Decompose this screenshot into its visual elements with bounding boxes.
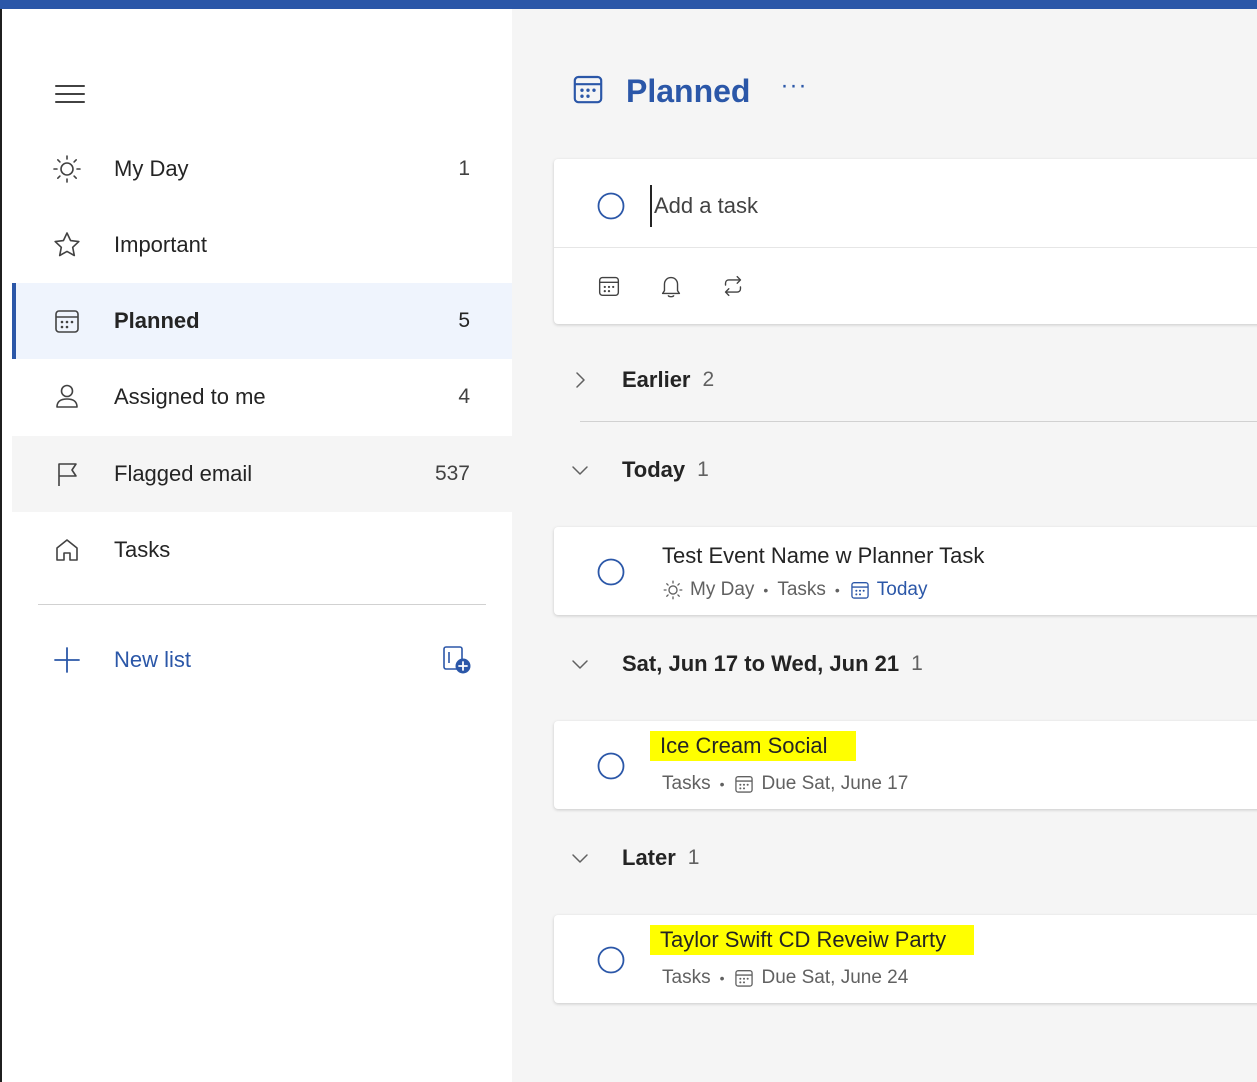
- complete-task-circle-icon[interactable]: [596, 557, 626, 592]
- task-item[interactable]: Test Event Name w Planner Task My Day • …: [554, 527, 1257, 615]
- task-item[interactable]: Taylor Swift CD Reveiw Party Tasks • Due…: [554, 915, 1257, 1003]
- task-myday-label: My Day: [690, 579, 755, 600]
- calendar-icon: [733, 773, 755, 795]
- add-task-circle-icon: [596, 191, 626, 226]
- chevron-right-icon: [568, 368, 592, 392]
- meta-separator: •: [834, 582, 840, 598]
- meta-separator: •: [763, 582, 769, 598]
- sidebar-item-my-day[interactable]: My Day 1: [12, 131, 512, 207]
- task-due-date: Today: [876, 579, 928, 600]
- group-count: 1: [697, 458, 709, 481]
- new-list-button[interactable]: New list: [12, 631, 512, 691]
- calendar-icon: [570, 71, 606, 112]
- task-item[interactable]: Ice Cream Social Tasks • Due Sat, June 1…: [554, 721, 1257, 809]
- task-list-name: Tasks: [662, 773, 711, 794]
- flag-icon: [52, 459, 82, 489]
- chevron-down-icon: [568, 846, 592, 870]
- chevron-down-icon: [568, 458, 592, 482]
- group-header-date-range[interactable]: Sat, Jun 17 to Wed, Jun 21 1: [568, 644, 923, 684]
- person-icon: [52, 382, 82, 412]
- sidebar-item-flagged-email[interactable]: Flagged email 537: [12, 436, 512, 512]
- sidebar-item-assigned-to-me[interactable]: Assigned to me 4: [12, 359, 512, 435]
- sidebar-item-label: Important: [114, 232, 207, 257]
- selection-indicator: [12, 283, 16, 359]
- group-label: Today: [622, 457, 686, 482]
- complete-task-circle-icon[interactable]: [596, 751, 626, 786]
- sidebar-item-count: 537: [434, 462, 470, 485]
- add-task-input[interactable]: [650, 185, 1216, 227]
- plus-icon: [52, 645, 82, 680]
- calendar-icon: [733, 967, 755, 989]
- group-count: 2: [702, 368, 715, 391]
- sidebar-item-label: Assigned to me: [114, 384, 266, 409]
- page-title: Planned: [626, 73, 751, 109]
- task-title: Ice Cream Social: [650, 731, 856, 761]
- reminder-bell-icon[interactable]: [654, 269, 688, 303]
- complete-task-circle-icon[interactable]: [596, 945, 626, 980]
- sidebar: My Day 1 Important Planned 5 Assigned to…: [2, 9, 512, 1082]
- sidebar-item-label: Planned: [114, 308, 200, 333]
- group-label: Sat, Jun 17 to Wed, Jun 21: [622, 651, 900, 676]
- group-header-today[interactable]: Today 1: [568, 450, 709, 490]
- sidebar-item-label: Flagged email: [114, 461, 253, 486]
- more-options-button[interactable]: ···: [780, 73, 807, 97]
- sidebar-item-tasks[interactable]: Tasks: [12, 512, 512, 588]
- new-group-icon[interactable]: [440, 643, 474, 677]
- sidebar-item-important[interactable]: Important: [12, 207, 512, 283]
- task-list-name: Tasks: [662, 967, 711, 988]
- group-count: 1: [687, 846, 700, 869]
- new-list-label: New list: [114, 647, 192, 672]
- meta-separator: •: [719, 776, 725, 792]
- window-top-border: [0, 0, 1257, 9]
- star-icon: [52, 230, 82, 260]
- task-list-name: Tasks: [777, 579, 826, 600]
- due-date-calendar-icon[interactable]: [592, 269, 626, 303]
- meta-separator: •: [719, 970, 725, 986]
- add-task-card: [554, 159, 1257, 324]
- group-header-earlier[interactable]: Earlier 2: [568, 360, 714, 400]
- task-title: Taylor Swift CD Reveiw Party: [650, 925, 975, 955]
- sidebar-item-label: My Day: [114, 156, 189, 181]
- task-meta: Tasks • Due Sat, June 17: [662, 773, 908, 795]
- group-count: 1: [911, 652, 923, 675]
- sidebar-divider: [38, 604, 486, 605]
- group-header-later[interactable]: Later 1: [568, 838, 699, 878]
- task-title: Test Event Name w Planner Task: [662, 543, 985, 568]
- sidebar-item-count: 5: [458, 309, 470, 332]
- sidebar-item-count: 1: [458, 157, 470, 180]
- sun-icon: [662, 579, 684, 601]
- sidebar-item-planned[interactable]: Planned 5: [12, 283, 512, 359]
- chevron-down-icon: [568, 652, 592, 676]
- task-due-date: Due Sat, June 17: [761, 773, 909, 794]
- sidebar-item-label: Tasks: [114, 537, 171, 562]
- main-panel: Planned ··· Earlier 2 Today 1: [512, 9, 1257, 1082]
- repeat-icon[interactable]: [716, 269, 750, 303]
- task-meta: My Day • Tasks • Today: [662, 579, 928, 601]
- page-header: Planned ···: [570, 71, 807, 112]
- group-divider: [580, 421, 1257, 422]
- sidebar-item-count: 4: [458, 385, 470, 408]
- task-due-date: Due Sat, June 24: [761, 967, 909, 988]
- calendar-icon: [849, 579, 871, 601]
- home-icon: [52, 535, 82, 565]
- task-meta: Tasks • Due Sat, June 24: [662, 967, 908, 989]
- group-label: Earlier: [622, 367, 691, 392]
- hamburger-menu-icon[interactable]: [54, 77, 86, 109]
- add-task-divider: [554, 247, 1257, 248]
- group-label: Later: [622, 845, 676, 870]
- calendar-icon: [52, 306, 82, 336]
- sun-icon: [52, 154, 82, 184]
